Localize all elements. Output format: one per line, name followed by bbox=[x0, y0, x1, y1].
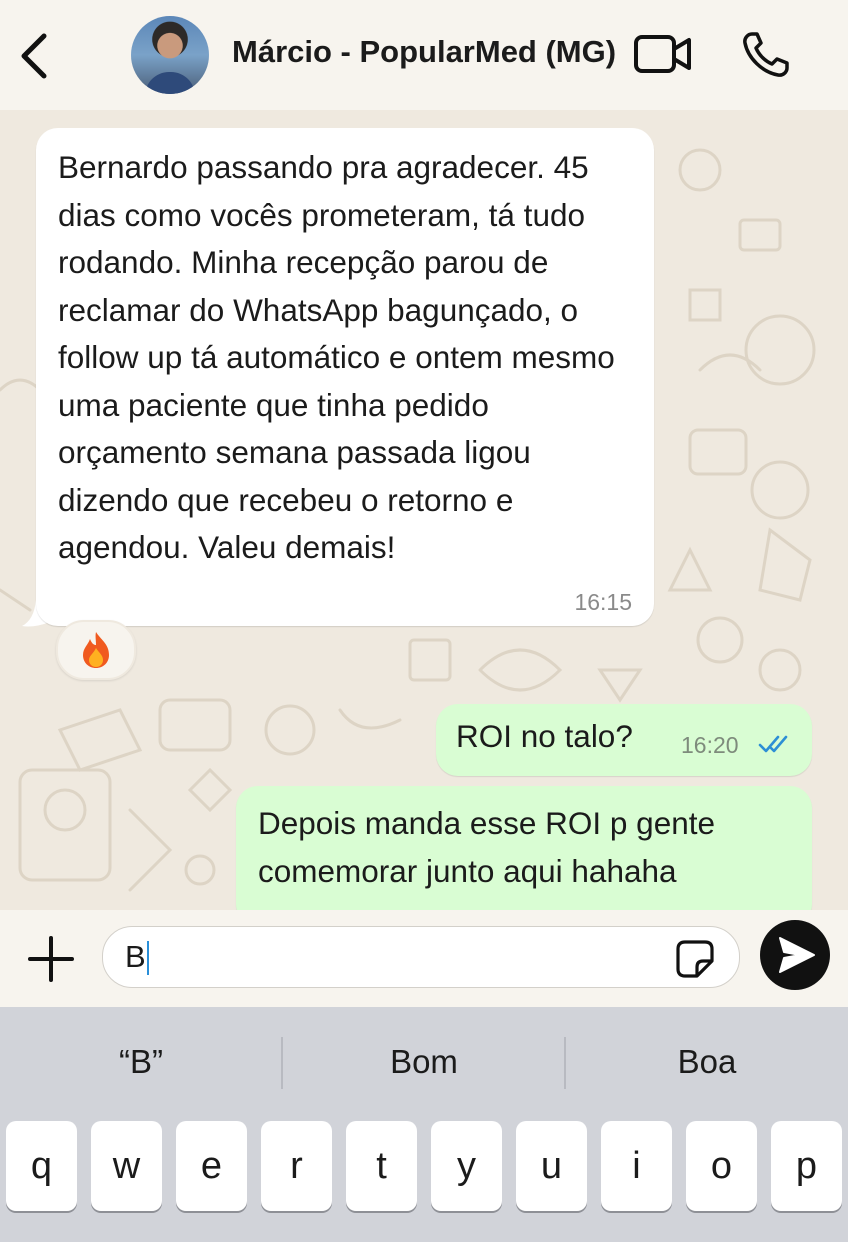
voice-call-button[interactable] bbox=[740, 30, 792, 80]
key-o[interactable]: o bbox=[686, 1121, 757, 1211]
key-e[interactable]: e bbox=[176, 1121, 247, 1211]
message-time: 16:15 bbox=[574, 589, 632, 615]
key-r[interactable]: r bbox=[261, 1121, 332, 1211]
message-text: ROI no talo? bbox=[456, 718, 633, 754]
composer-bar: B bbox=[0, 910, 848, 1007]
suggestion-3[interactable]: Boa bbox=[566, 1007, 848, 1117]
plus-icon bbox=[28, 936, 74, 982]
message-input[interactable]: B bbox=[102, 926, 740, 988]
key-q[interactable]: q bbox=[6, 1121, 77, 1211]
message-bubble-outgoing[interactable]: Depois manda esse ROI p gente comemorar … bbox=[236, 786, 812, 910]
sticker-icon bbox=[676, 940, 714, 978]
contact-name[interactable]: Márcio - PopularMed (MG) bbox=[232, 34, 616, 70]
key-i[interactable]: i bbox=[601, 1121, 672, 1211]
text-cursor bbox=[147, 941, 149, 975]
key-t[interactable]: t bbox=[346, 1121, 417, 1211]
back-button[interactable] bbox=[14, 30, 54, 82]
keyboard: “B” Bom Boa q w e r t y u i o p bbox=[0, 1007, 848, 1242]
key-w[interactable]: w bbox=[91, 1121, 162, 1211]
fire-icon bbox=[83, 632, 109, 668]
video-camera-icon bbox=[634, 35, 691, 73]
avatar-shirt bbox=[145, 72, 195, 94]
video-call-button[interactable] bbox=[632, 32, 694, 76]
message-bubble-outgoing[interactable]: ROI no talo? 16:20 bbox=[436, 704, 812, 776]
sticker-button[interactable] bbox=[675, 939, 715, 979]
suggestion-1[interactable]: “B” bbox=[0, 1007, 282, 1117]
message-text: Depois manda esse ROI p gente comemorar … bbox=[258, 805, 716, 889]
send-icon bbox=[779, 937, 815, 973]
message-bubble-incoming[interactable]: Bernardo passando pra agradecer. 45 dias… bbox=[36, 128, 654, 626]
send-button[interactable] bbox=[760, 920, 830, 990]
chat-header: Márcio - PopularMed (MG) bbox=[0, 0, 848, 111]
attach-button[interactable] bbox=[26, 934, 76, 984]
suggestion-2[interactable]: Bom bbox=[283, 1007, 565, 1117]
message-text: Bernardo passando pra agradecer. 45 dias… bbox=[58, 149, 615, 565]
chevron-left-icon bbox=[21, 33, 47, 79]
key-p[interactable]: p bbox=[771, 1121, 842, 1211]
message-time: 16:20 bbox=[681, 732, 739, 758]
key-y[interactable]: y bbox=[431, 1121, 502, 1211]
reaction-badge[interactable] bbox=[56, 620, 136, 680]
read-ticks-icon bbox=[758, 735, 788, 753]
message-input-value: B bbox=[125, 939, 146, 974]
phone-icon bbox=[743, 32, 789, 77]
key-u[interactable]: u bbox=[516, 1121, 587, 1211]
avatar[interactable] bbox=[131, 16, 209, 94]
chat-area[interactable]: Bernardo passando pra agradecer. 45 dias… bbox=[0, 110, 848, 910]
